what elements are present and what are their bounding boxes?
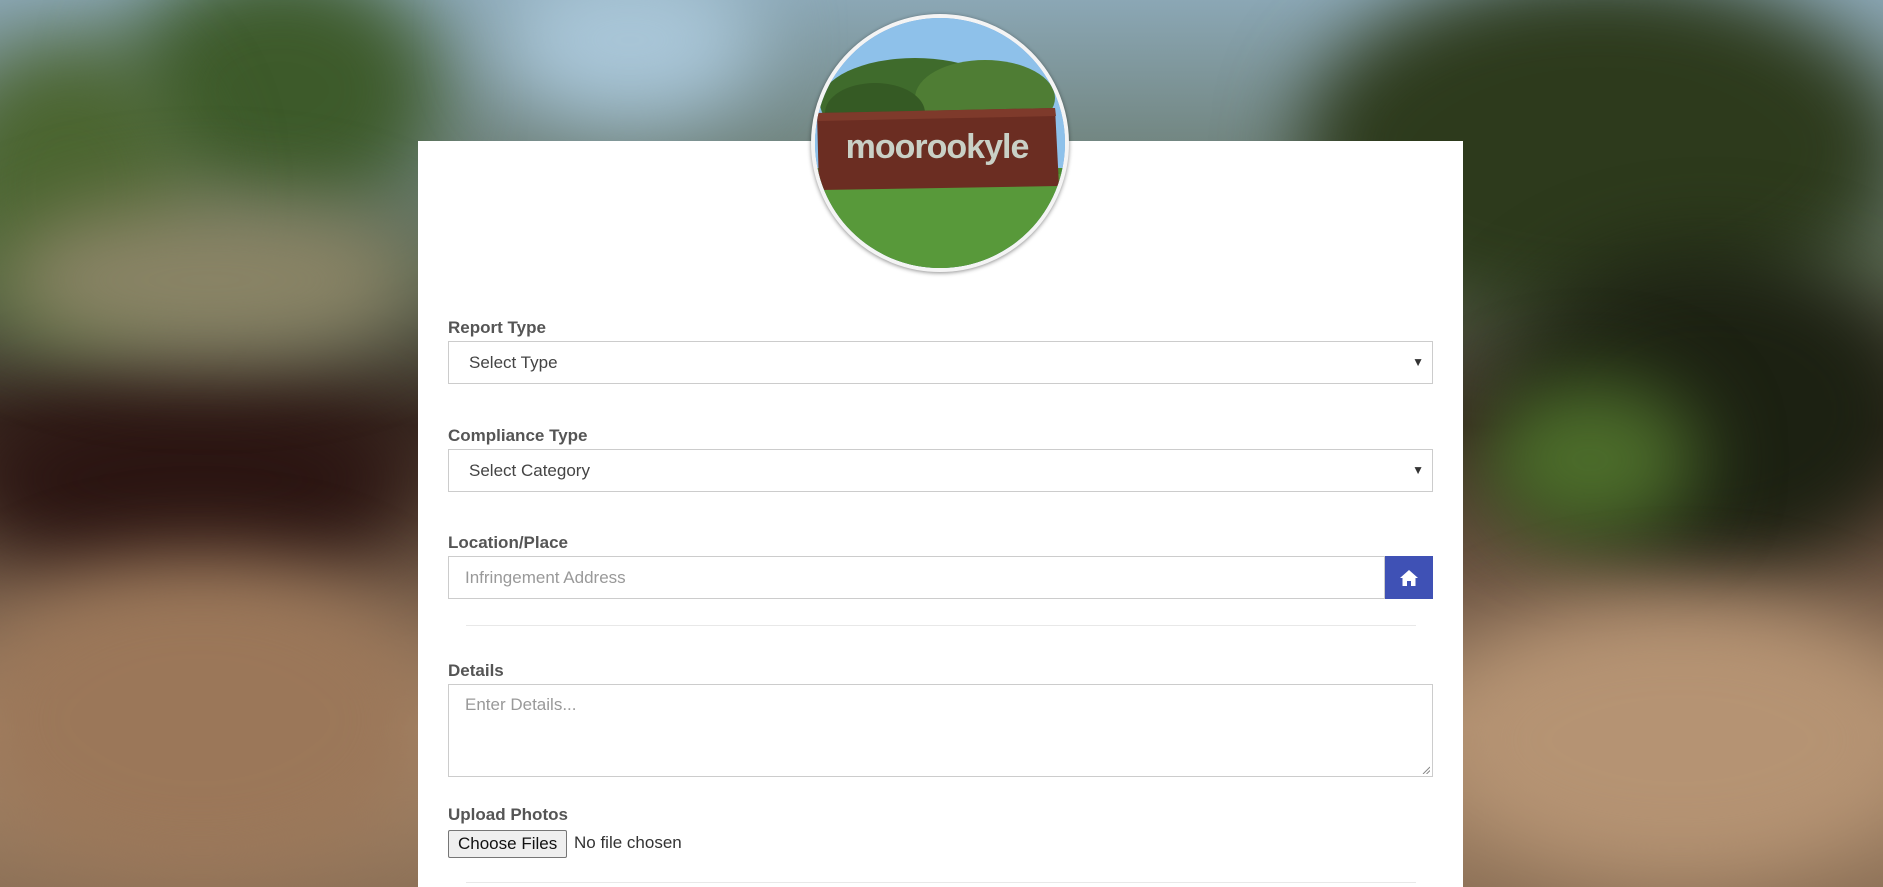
choose-files-button[interactable]: Choose Files bbox=[448, 830, 568, 858]
upload-photos-label: Upload Photos bbox=[448, 805, 568, 824]
moorookyle-sign-image: moorookyle bbox=[815, 18, 1065, 268]
resize-handle-icon[interactable] bbox=[1422, 766, 1430, 774]
details-textarea[interactable]: Enter Details... bbox=[448, 684, 1433, 777]
section-divider bbox=[466, 625, 1416, 626]
report-type-label: Report Type bbox=[448, 318, 546, 337]
chevron-down-icon: ▼ bbox=[1412, 463, 1424, 477]
compliance-type-selected-value: Select Category bbox=[469, 461, 590, 480]
location-label: Location/Place bbox=[448, 533, 568, 552]
compliance-type-select[interactable]: Select Category ▼ bbox=[448, 449, 1433, 492]
location-input[interactable]: Infringement Address bbox=[448, 556, 1385, 599]
details-placeholder: Enter Details... bbox=[465, 695, 577, 714]
home-icon bbox=[1400, 569, 1418, 586]
compliance-type-label: Compliance Type bbox=[448, 426, 588, 445]
home-location-button[interactable] bbox=[1385, 556, 1433, 599]
file-status-text: No file chosen bbox=[574, 833, 682, 852]
section-divider bbox=[466, 882, 1416, 883]
chevron-down-icon: ▼ bbox=[1412, 355, 1424, 369]
location-placeholder: Infringement Address bbox=[465, 568, 626, 587]
report-type-selected-value: Select Type bbox=[469, 353, 558, 372]
svg-text:moorookyle: moorookyle bbox=[846, 128, 1029, 166]
details-label: Details bbox=[448, 661, 504, 680]
report-type-select[interactable]: Select Type ▼ bbox=[448, 341, 1433, 384]
council-logo-avatar: moorookyle bbox=[811, 14, 1069, 272]
